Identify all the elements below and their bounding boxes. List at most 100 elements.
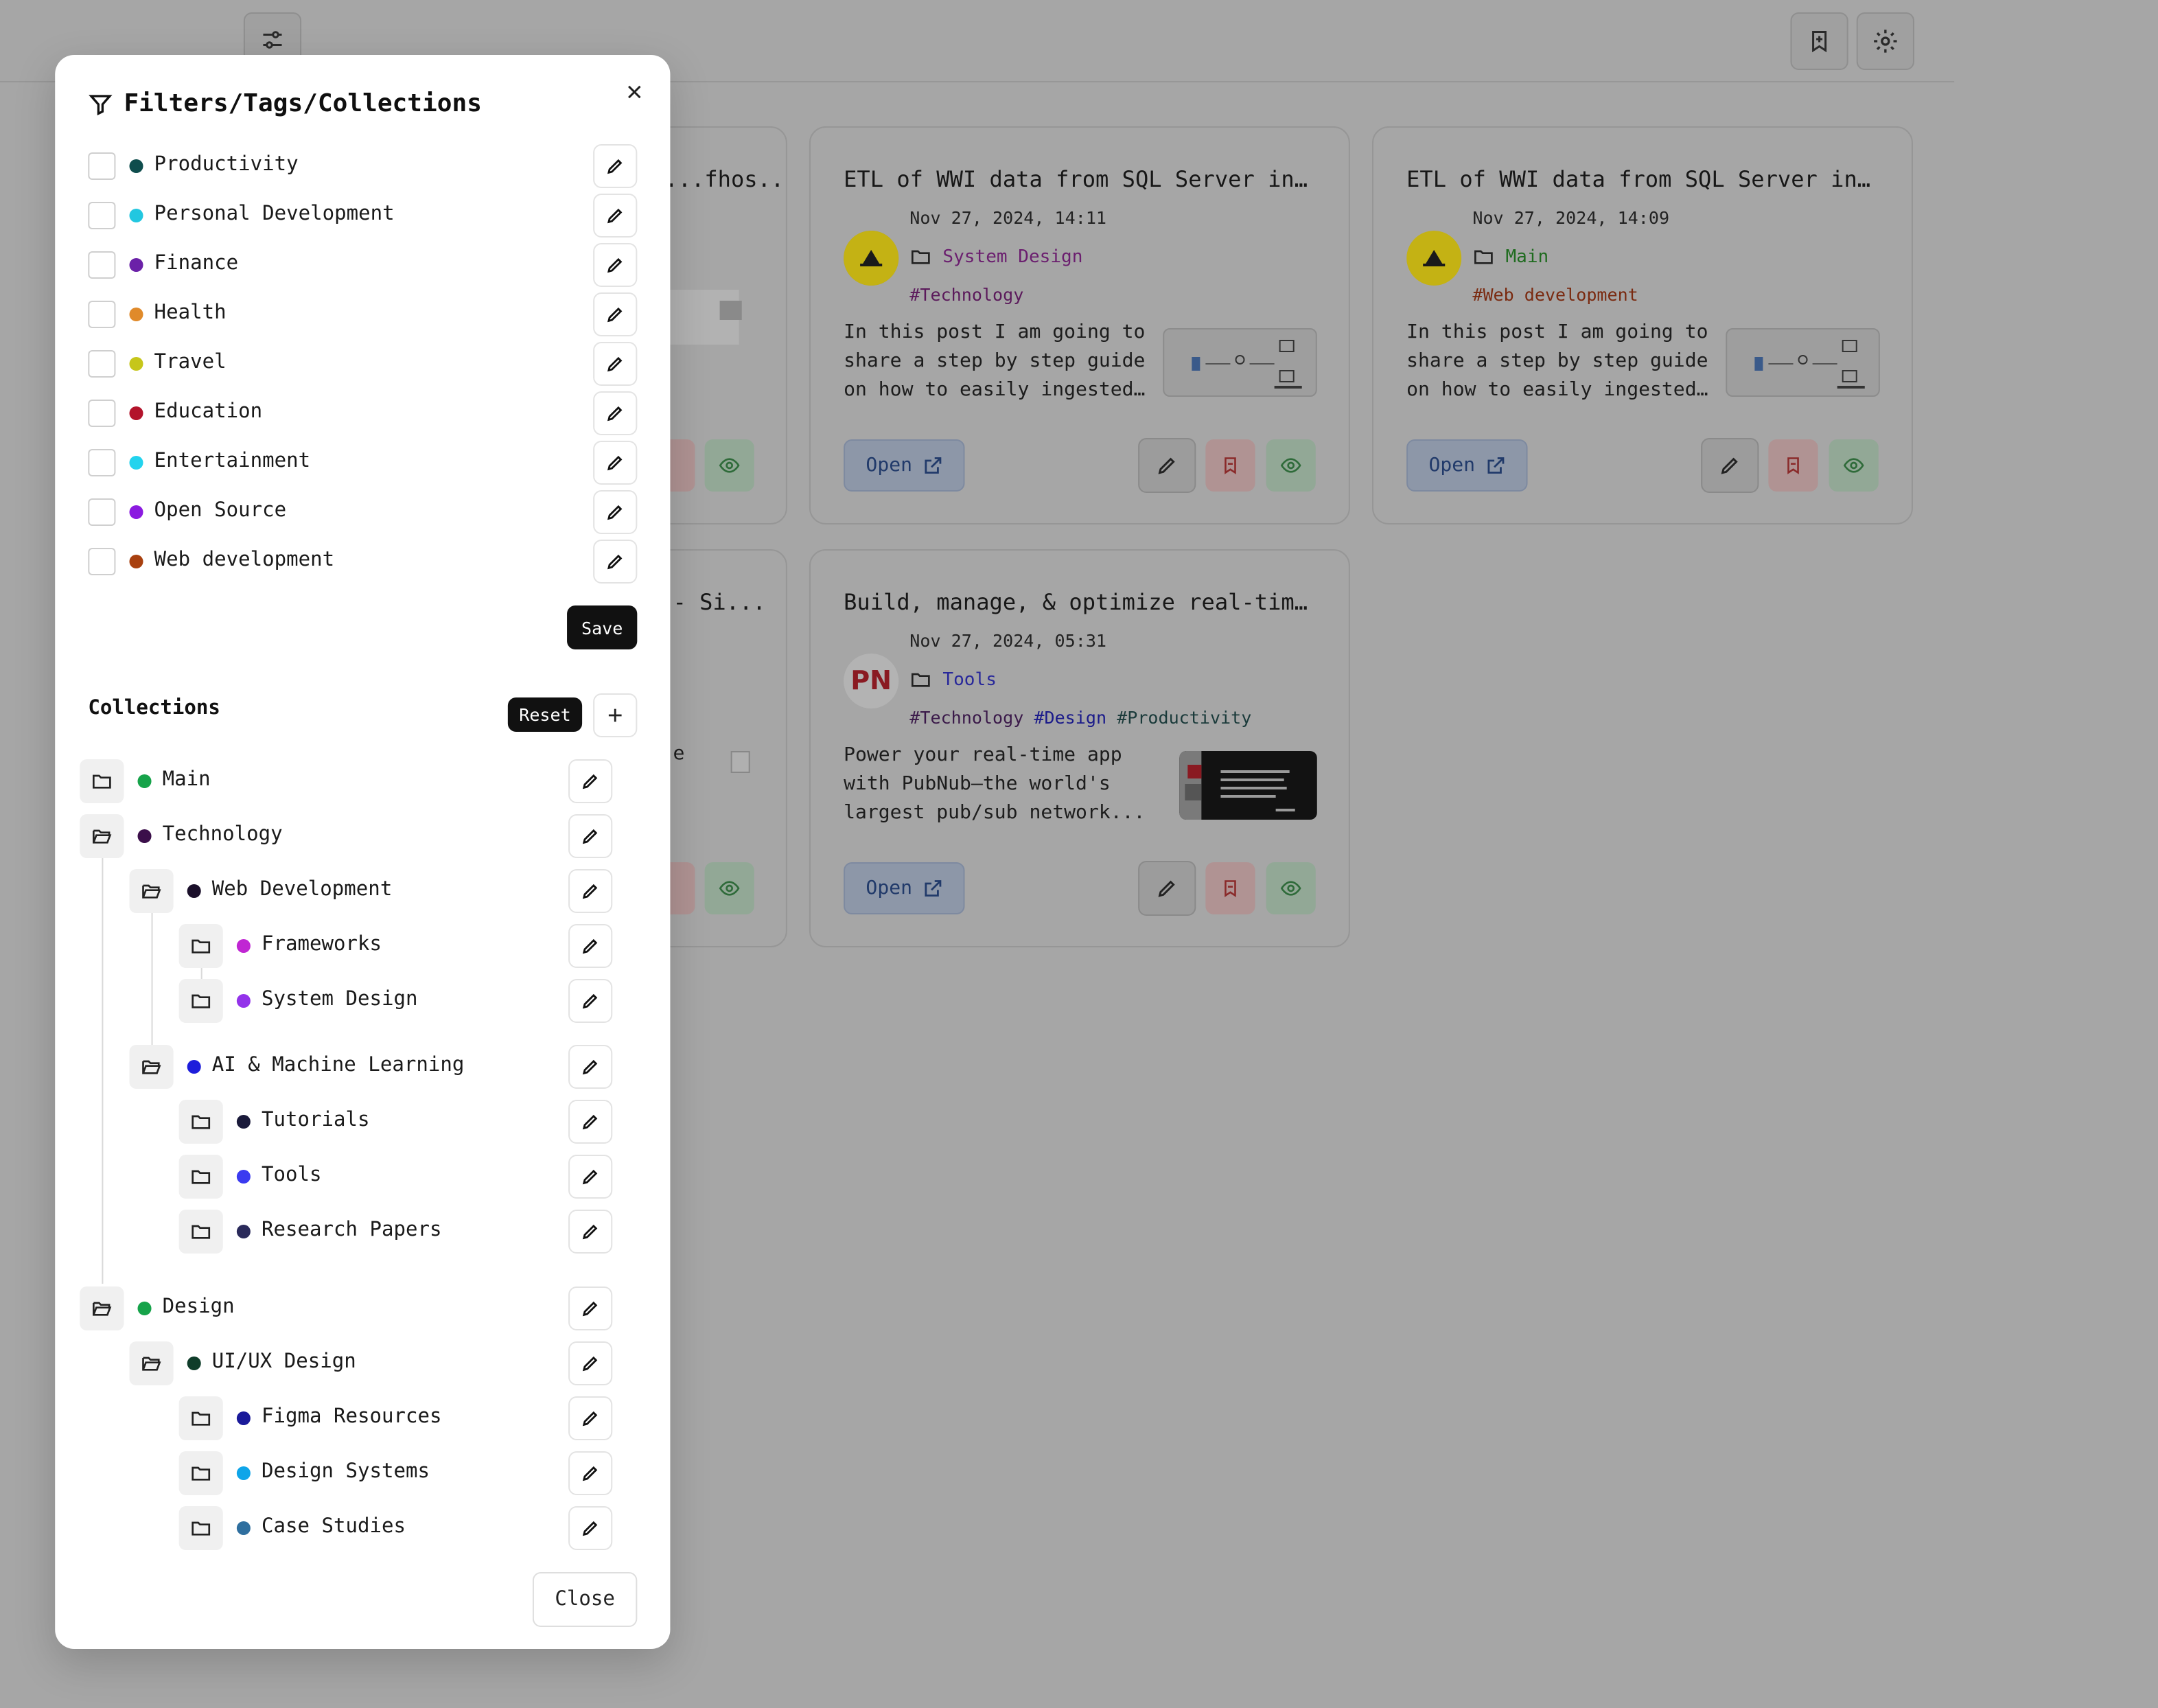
edit-collection-button[interactable] (568, 924, 613, 968)
folder-toggle[interactable] (178, 924, 223, 968)
card-collection[interactable]: Main (1472, 246, 1548, 268)
bookmark-card[interactable]: Build, manage, & optimize real-tim... No… (809, 549, 1350, 947)
open-link-button[interactable]: Open (844, 439, 965, 492)
open-link-button[interactable]: Open (844, 862, 965, 914)
edit-button[interactable] (1138, 438, 1196, 493)
close-button[interactable]: Close (532, 1572, 638, 1627)
tag-label[interactable]: #Productivity (1117, 707, 1251, 728)
folder-toggle[interactable] (129, 1341, 174, 1385)
open-link-button[interactable]: Open (1406, 439, 1528, 492)
edit-collection-button[interactable] (568, 1506, 613, 1550)
edit-tag-button[interactable] (593, 490, 638, 534)
tag-checkbox[interactable] (88, 152, 116, 180)
edit-collection-button[interactable] (568, 1210, 613, 1254)
edit-collection-button[interactable] (568, 1396, 613, 1440)
view-button[interactable] (1266, 862, 1316, 914)
folder-toggle[interactable] (129, 1045, 174, 1089)
edit-button[interactable] (1138, 861, 1196, 916)
collection-row[interactable]: Main (80, 759, 613, 803)
pencil-icon (607, 356, 623, 372)
bookmark-card[interactable]: ETL of WWI data from SQL Server in... No… (809, 126, 1350, 524)
edit-tag-button[interactable] (593, 144, 638, 188)
edit-tag-button[interactable] (593, 342, 638, 386)
add-bookmark-button[interactable] (1790, 12, 1848, 70)
collection-row[interactable]: Frameworks (178, 924, 613, 968)
collection-row[interactable]: Tools (178, 1155, 613, 1199)
edit-collection-button[interactable] (568, 1286, 613, 1330)
save-button[interactable]: Save (567, 605, 638, 649)
collection-name: Web Development (211, 879, 393, 901)
collection-row[interactable]: Research Papers (178, 1210, 613, 1254)
view-button[interactable] (704, 862, 754, 914)
tag-checkbox[interactable] (88, 350, 116, 378)
edit-collection-button[interactable] (568, 1100, 613, 1144)
site-avatar (1406, 231, 1462, 286)
collection-row[interactable]: Web Development (129, 869, 613, 913)
collection-row[interactable]: UI/UX Design (129, 1341, 613, 1385)
edit-collection-button[interactable] (568, 1155, 613, 1199)
tag-checkbox[interactable] (88, 202, 116, 229)
collection-row[interactable]: Technology (80, 814, 613, 858)
collection-row[interactable]: Tutorials (178, 1100, 613, 1144)
edit-button[interactable] (1701, 438, 1759, 493)
edit-collection-button[interactable] (568, 814, 613, 858)
edit-tag-button[interactable] (593, 292, 638, 336)
reset-button[interactable]: Reset (507, 697, 583, 732)
folder-toggle[interactable] (129, 869, 174, 913)
card-collection[interactable]: System Design (909, 246, 1082, 268)
edit-collection-button[interactable] (568, 1341, 613, 1385)
tag-label[interactable]: #Web development (1472, 284, 1638, 305)
card-collection[interactable]: Tools (909, 669, 997, 691)
tag-checkbox[interactable] (88, 498, 116, 526)
folder-toggle[interactable] (178, 1155, 223, 1199)
add-collection-button[interactable] (593, 693, 638, 737)
view-button[interactable] (1829, 439, 1879, 492)
remove-bookmark-button[interactable] (1205, 862, 1255, 914)
folder-toggle[interactable] (178, 1210, 223, 1254)
edit-tag-button[interactable] (593, 391, 638, 435)
edit-tag-button[interactable] (593, 243, 638, 287)
collection-row[interactable]: AI & Machine Learning (129, 1045, 613, 1089)
remove-bookmark-button[interactable] (1205, 439, 1255, 492)
tag-label[interactable]: #Technology (909, 284, 1023, 305)
edit-tag-button[interactable] (593, 441, 638, 485)
edit-collection-button[interactable] (568, 759, 613, 803)
tag-checkbox[interactable] (88, 449, 116, 476)
view-button[interactable] (1266, 439, 1316, 492)
edit-tag-button[interactable] (593, 194, 638, 238)
site-avatar (844, 231, 899, 286)
edit-collection-button[interactable] (568, 1045, 613, 1089)
view-button[interactable] (704, 439, 754, 492)
remove-bookmark-button[interactable] (1768, 439, 1818, 492)
collection-name: Main (1505, 246, 1549, 267)
collection-row[interactable]: Case Studies (178, 1506, 613, 1550)
tag-checkbox[interactable] (88, 251, 116, 279)
tag-checkbox[interactable] (88, 548, 116, 575)
tag-label[interactable]: #Technology (909, 707, 1023, 728)
folder-toggle[interactable] (178, 1451, 223, 1495)
folder-toggle[interactable] (178, 979, 223, 1023)
pencil-icon (1158, 880, 1175, 897)
close-icon-button[interactable] (619, 77, 649, 107)
tag-checkbox[interactable] (88, 400, 116, 427)
settings-button[interactable] (1856, 12, 1914, 70)
folder-toggle[interactable] (80, 814, 124, 858)
edit-collection-button[interactable] (568, 869, 613, 913)
collection-row[interactable]: Design (80, 1286, 613, 1330)
folder-toggle[interactable] (80, 759, 124, 803)
edit-tag-button[interactable] (593, 540, 638, 584)
collection-row[interactable]: Figma Resources (178, 1396, 613, 1440)
pencil-icon (607, 505, 623, 520)
folder-toggle[interactable] (80, 1286, 124, 1330)
edit-collection-button[interactable] (568, 979, 613, 1023)
bookmark-card[interactable]: ETL of WWI data from SQL Server in... No… (1371, 126, 1913, 524)
folder-toggle[interactable] (178, 1396, 223, 1440)
folder-toggle[interactable] (178, 1100, 223, 1144)
collection-row[interactable]: System Design (178, 979, 613, 1023)
pencil-icon (582, 1411, 598, 1427)
edit-collection-button[interactable] (568, 1451, 613, 1495)
tag-label[interactable]: #Design (1034, 707, 1106, 728)
tag-checkbox[interactable] (88, 301, 116, 328)
collection-row[interactable]: Design Systems (178, 1451, 613, 1495)
folder-toggle[interactable] (178, 1506, 223, 1550)
